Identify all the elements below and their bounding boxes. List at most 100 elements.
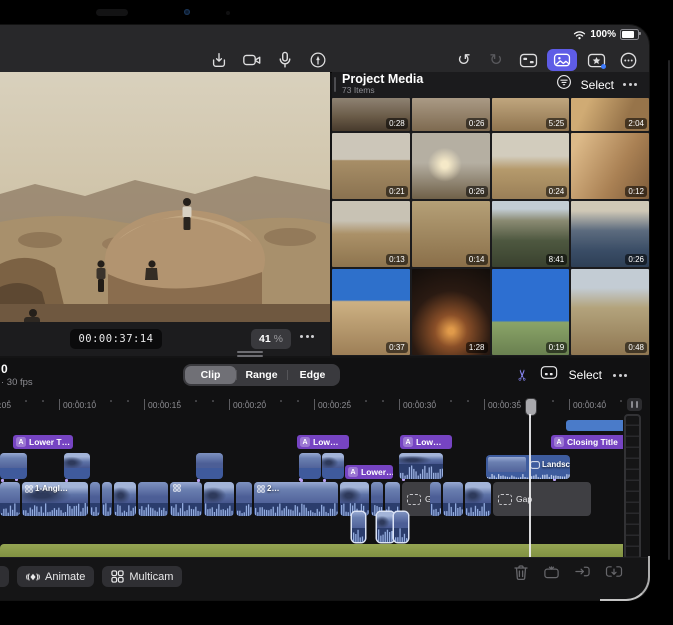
viewer-more-button[interactable] bbox=[300, 335, 314, 338]
timeline-clip-video[interactable] bbox=[385, 482, 400, 516]
timeline-clip-video[interactable] bbox=[430, 482, 441, 516]
timeline-zoom-strip[interactable] bbox=[624, 414, 641, 560]
panel-resize-handle[interactable] bbox=[237, 351, 263, 357]
ruler-minor-tick bbox=[246, 400, 248, 402]
effects-browser-button[interactable] bbox=[583, 49, 609, 71]
animate-button[interactable]: Animate bbox=[17, 566, 94, 587]
media-thumbnail[interactable]: 0:26 bbox=[412, 98, 490, 131]
sidebar-handle[interactable] bbox=[334, 77, 336, 92]
collapsed-button-stub[interactable] bbox=[0, 566, 9, 587]
clip-label: Closing Title bbox=[567, 437, 618, 447]
media-select-button[interactable]: Select bbox=[581, 78, 614, 92]
animate-label: Animate bbox=[45, 571, 85, 583]
clip-thumbnail bbox=[0, 453, 27, 468]
media-thumbnail[interactable]: 1:28 bbox=[412, 269, 490, 355]
timeline-clip-connected-below[interactable] bbox=[352, 512, 365, 542]
media-thumbnail[interactable]: 0:26 bbox=[571, 201, 649, 267]
timeline-clip-video[interactable] bbox=[465, 482, 491, 516]
timeline-clip-title[interactable]: ALower T… bbox=[13, 435, 73, 449]
front-camera-sensor bbox=[96, 9, 128, 16]
viewer-zoom-control[interactable]: 41 % bbox=[251, 329, 291, 349]
timeline-clip-title[interactable]: ALower… bbox=[345, 465, 393, 479]
timeline-clip-video[interactable] bbox=[236, 482, 252, 516]
segment-edge[interactable]: Edge bbox=[287, 366, 338, 384]
timeline-clip-title[interactable]: AClosing Title bbox=[551, 435, 623, 449]
segment-clip[interactable]: Clip bbox=[185, 366, 236, 384]
clip-label: Lower… bbox=[361, 467, 393, 477]
media-thumbnail[interactable]: 5:25 bbox=[492, 98, 570, 131]
timeline-clip-video[interactable]: 2… bbox=[254, 482, 338, 516]
media-browser-button[interactable] bbox=[547, 49, 577, 71]
more-button[interactable] bbox=[615, 49, 641, 71]
media-thumbnail[interactable]: 0:37 bbox=[332, 269, 410, 355]
timeline-clip-title[interactable]: ALow… bbox=[400, 435, 452, 449]
media-thumbnail[interactable]: 8:41 bbox=[492, 201, 570, 267]
media-thumbnail[interactable]: 0:21 bbox=[332, 133, 410, 199]
ruler-tick bbox=[59, 399, 60, 410]
timeline-clip-connected-below[interactable] bbox=[377, 512, 394, 542]
media-thumbnail[interactable]: 0:13 bbox=[332, 201, 410, 267]
timeline-clip-video[interactable] bbox=[371, 482, 383, 516]
timeline-clip-video[interactable] bbox=[443, 482, 463, 516]
microphone-button[interactable] bbox=[272, 49, 298, 71]
media-thumbnail[interactable]: 0:48 bbox=[571, 269, 649, 355]
timeline-clip-connected[interactable] bbox=[322, 453, 344, 479]
timeline-clip-connected[interactable]: Landscap… bbox=[486, 455, 570, 479]
timeline-clip-video[interactable] bbox=[340, 482, 369, 516]
clip-thumbnail bbox=[488, 457, 526, 472]
timeline-clip-connected[interactable] bbox=[0, 453, 27, 479]
timeline-more-button[interactable] bbox=[613, 374, 627, 377]
timeline-clip-title[interactable]: ALow… bbox=[297, 435, 349, 449]
timeline-clip-gap[interactable]: Gap bbox=[493, 482, 591, 516]
clip-thumbnail bbox=[90, 482, 100, 503]
ruler-tick bbox=[229, 399, 230, 410]
timeline-clip-connected-below[interactable] bbox=[394, 512, 408, 542]
timeline-clip-video[interactable] bbox=[90, 482, 100, 516]
delete-clip-button[interactable] bbox=[513, 564, 529, 586]
timeline-clip-connected[interactable] bbox=[566, 420, 623, 431]
timeline-clip-video[interactable] bbox=[114, 482, 136, 516]
workspace-toggle-button[interactable] bbox=[515, 49, 541, 71]
playhead-handle[interactable] bbox=[525, 398, 537, 416]
title-a-icon: A bbox=[403, 437, 413, 447]
timeline-clip-video[interactable]: 1-Angl… bbox=[22, 482, 88, 516]
media-thumbnail[interactable]: 0:12 bbox=[571, 133, 649, 199]
import-button[interactable] bbox=[206, 49, 232, 71]
pencil-tools-button[interactable] bbox=[305, 49, 331, 71]
insert-clip-button[interactable] bbox=[574, 564, 591, 586]
overlay-clip-button[interactable] bbox=[540, 365, 558, 385]
media-thumbnail[interactable]: 2:04 bbox=[571, 98, 649, 131]
timeline-select-button[interactable]: Select bbox=[569, 368, 602, 382]
timeline-clip-connected[interactable] bbox=[64, 453, 90, 479]
redo-button[interactable]: ↻ bbox=[483, 49, 509, 71]
split-clip-button[interactable] bbox=[543, 564, 560, 586]
edit-mode-segmented-control: ClipRangeEdge bbox=[183, 364, 340, 386]
undo-button[interactable]: ↺ bbox=[451, 49, 477, 71]
ruler-minor-tick bbox=[110, 400, 112, 402]
blade-tool-button[interactable]: ✂ bbox=[513, 369, 531, 382]
timeline-clip-video[interactable] bbox=[0, 482, 20, 516]
media-thumbnail[interactable]: 0:19 bbox=[492, 269, 570, 355]
camera-record-button[interactable] bbox=[239, 49, 265, 71]
segment-range[interactable]: Range bbox=[236, 366, 287, 384]
media-thumbnail[interactable]: 0:28 bbox=[332, 98, 410, 131]
timeline-clip-connected[interactable] bbox=[196, 453, 223, 479]
media-more-button[interactable] bbox=[623, 83, 637, 86]
track-height-handle[interactable] bbox=[627, 398, 642, 411]
media-thumbnail[interactable]: 0:26 bbox=[412, 133, 490, 199]
media-thumbnail[interactable]: 0:24 bbox=[492, 133, 570, 199]
timeline-clip-video[interactable] bbox=[138, 482, 168, 516]
timeline-clip-connected[interactable] bbox=[399, 453, 443, 479]
media-thumbnail[interactable]: 0:14 bbox=[412, 201, 490, 267]
timeline-fps-label: · 30 fps bbox=[1, 377, 33, 388]
timeline-bottom-toolbar: Animate Multicam bbox=[0, 557, 649, 600]
overwrite-clip-button[interactable] bbox=[605, 564, 623, 586]
viewer-video-frame[interactable] bbox=[0, 72, 330, 322]
multicam-button[interactable]: Multicam bbox=[102, 566, 182, 587]
timeline-clip-video[interactable] bbox=[102, 482, 112, 516]
timecode-display[interactable]: 00:00:37:14 bbox=[70, 329, 162, 349]
timeline-clip-video[interactable] bbox=[170, 482, 202, 516]
filter-button[interactable] bbox=[556, 74, 572, 95]
timeline-clip-connected[interactable] bbox=[299, 453, 321, 479]
timeline-clip-video[interactable] bbox=[204, 482, 234, 516]
